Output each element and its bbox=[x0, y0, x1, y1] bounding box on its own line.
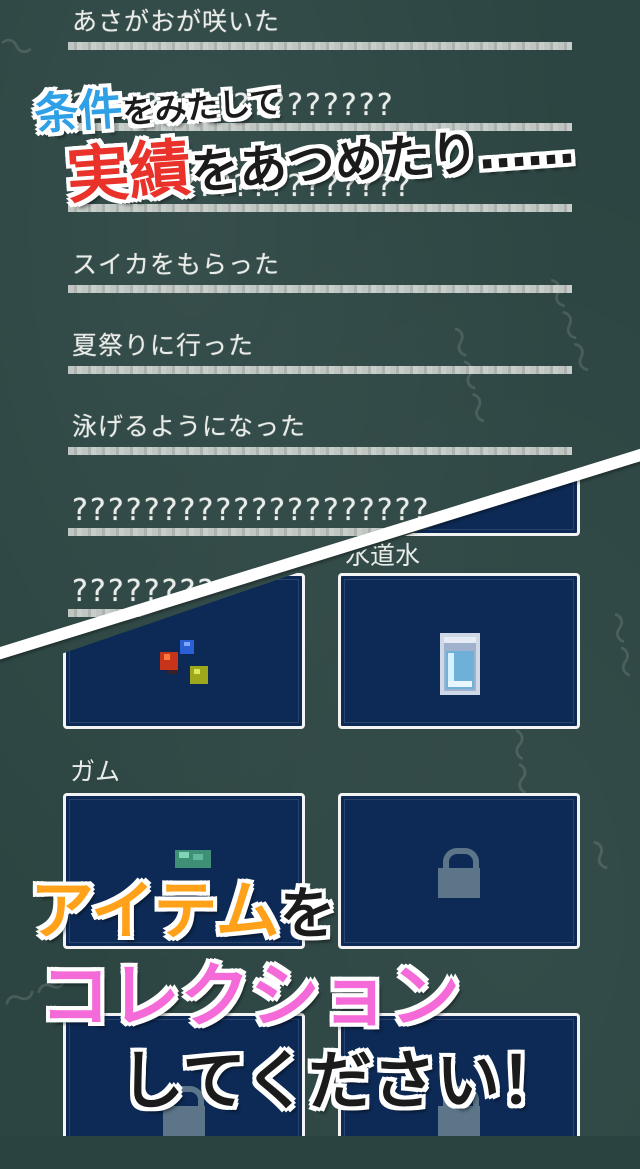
lock-icon bbox=[438, 848, 480, 898]
glass-of-water-icon bbox=[440, 633, 480, 695]
achievement-row[interactable]: スイカをもらった bbox=[68, 213, 572, 293]
achievement-label: あさがおが咲いた bbox=[72, 7, 281, 36]
promo-line-3: アイテムを bbox=[30, 860, 336, 952]
chalk-underline bbox=[68, 285, 572, 293]
achievement-row[interactable]: あさがおが咲いた bbox=[68, 0, 572, 50]
achievement-label: 夏祭りに行った bbox=[72, 331, 255, 360]
item-label-gum: ガム bbox=[70, 757, 121, 786]
promo-keyword-achievements: 実績 bbox=[64, 131, 194, 213]
chalk-underline bbox=[68, 42, 572, 50]
achievement-label: スイカをもらった bbox=[72, 250, 281, 279]
promo-text: を bbox=[279, 882, 336, 947]
chalk-underline bbox=[68, 366, 572, 374]
achievement-label-hidden: ???????????????????? bbox=[72, 493, 431, 528]
chalk-underline bbox=[68, 447, 572, 455]
item-slot-locked[interactable] bbox=[338, 793, 580, 949]
achievement-row[interactable]: 泳げるようになった bbox=[68, 375, 572, 455]
promo-keyword-items: アイテム bbox=[30, 875, 280, 949]
promo-keyword-collection: コレクション bbox=[40, 955, 460, 1037]
achievement-row[interactable]: 夏祭りに行った bbox=[68, 294, 572, 374]
promo-line-5: してください！ bbox=[120, 1045, 565, 1119]
achievement-label: 泳げるようになった bbox=[72, 412, 307, 441]
item-slot-tap-water[interactable] bbox=[338, 573, 580, 729]
marbles-icon bbox=[160, 640, 208, 684]
